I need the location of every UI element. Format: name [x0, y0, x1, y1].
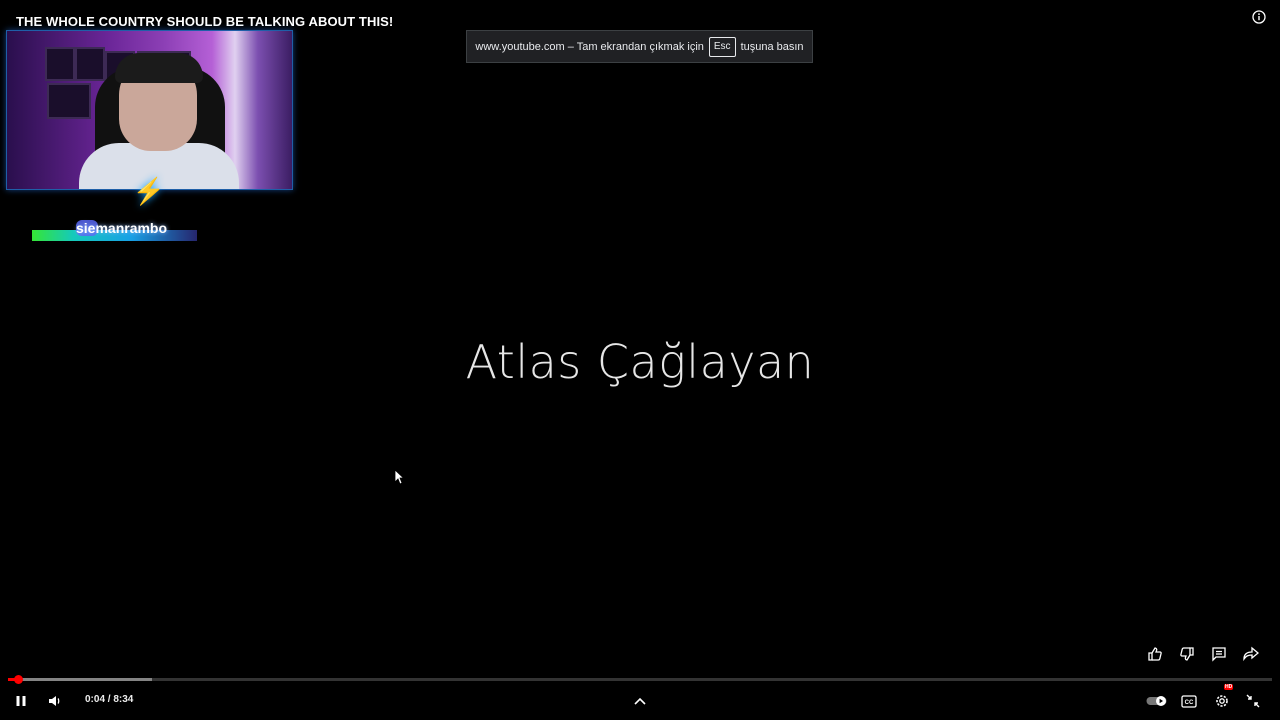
time-display: 0:04 / 8:34: [85, 694, 134, 705]
mouse-pointer-icon: [394, 469, 405, 490]
webcam-overlay: [6, 30, 293, 190]
esc-key-badge: Esc: [708, 36, 736, 57]
quality-badge: HD: [1224, 684, 1234, 690]
video-center-text: Atlas Çağlayan: [465, 335, 815, 389]
fullscreen-hint-suffix: tuşuna basın: [740, 40, 804, 53]
overlay-actions: [1144, 643, 1262, 665]
svg-text:CC: CC: [1185, 700, 1194, 706]
streamer-nameplate: siemanrambo: [32, 214, 222, 246]
settings-icon[interactable]: HD: [1211, 684, 1234, 714]
exit-fullscreen-icon[interactable]: [1243, 688, 1263, 714]
info-icon[interactable]: [1251, 9, 1267, 25]
thumbs-up-icon[interactable]: [1144, 643, 1166, 665]
fullscreen-hint-text: www.youtube.com – Tam ekrandan çıkmak iç…: [475, 40, 704, 53]
video-title: THE WHOLE COUNTRY SHOULD BE TALKING ABOU…: [16, 14, 394, 29]
streamer-name: siemanrambo: [76, 220, 168, 236]
comments-icon[interactable]: [1208, 643, 1230, 665]
chevron-up-icon[interactable]: [630, 688, 650, 714]
lightning-logo-icon: ⚡: [132, 175, 166, 206]
volume-icon[interactable]: [45, 688, 65, 714]
fullscreen-exit-hint: www.youtube.com – Tam ekrandan çıkmak iç…: [466, 30, 813, 63]
progress-scrubber[interactable]: [13, 675, 23, 684]
progress-bar[interactable]: [8, 675, 1272, 684]
pause-icon[interactable]: [11, 688, 31, 714]
progress-buffer: [8, 678, 153, 681]
autoplay-toggle-icon[interactable]: [1145, 688, 1169, 714]
player-controls: 0:04 / 8:34 CC HD: [0, 684, 1280, 714]
thumbs-down-icon[interactable]: [1176, 643, 1198, 665]
share-icon[interactable]: [1240, 643, 1262, 665]
captions-icon[interactable]: CC: [1179, 688, 1199, 714]
